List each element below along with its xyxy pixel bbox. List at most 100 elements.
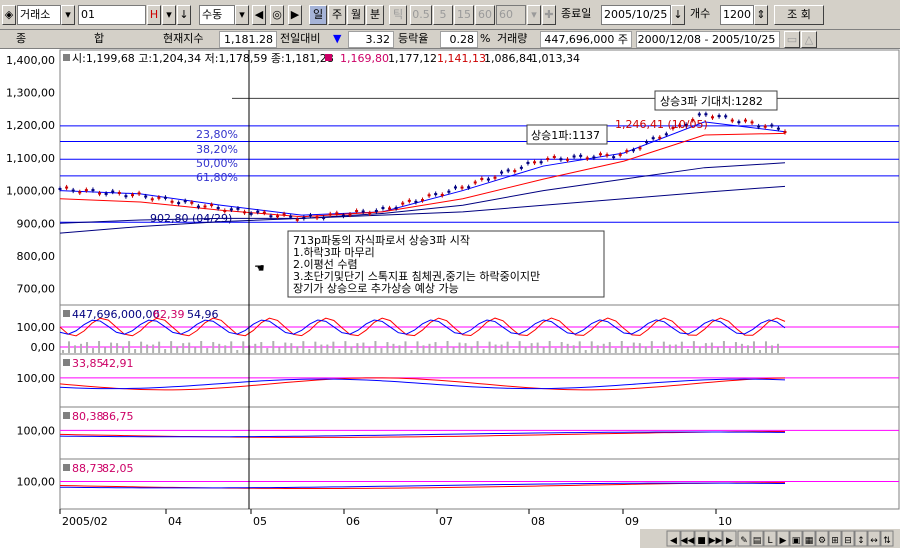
price-candle-body [322,216,326,219]
next-icon[interactable]: ▶ [288,5,302,25]
tool-icon[interactable]: ⚙ [818,536,826,546]
price-candle-body [289,215,293,218]
volume-bar [308,349,311,353]
price-candle-body [414,200,418,203]
tool-icon[interactable]: ⊟ [844,536,852,546]
volume-bar [464,343,467,353]
minute-opt-4[interactable]: 60 [475,5,495,25]
rate-unit: % [480,32,491,45]
toolbar: ◈ 거래소 ▾ 01 H ▾ ↓ 수동 ▾ ◀ ◎ ▶ 일 주 월 분 틱 0.… [0,0,900,30]
up-icon[interactable]: △ [801,31,817,48]
volume-bar [80,343,83,353]
tool-icon[interactable]: ▦ [805,536,814,546]
price-candle-body [585,157,589,160]
nav-buttons: ◀ ◀◀ ■ ▶▶ ▶ ✎ ▤ L ▶ ▣ ▦ ⚙ ⊞ ⊟ ↕ ↔ ⇅ [666,530,894,547]
count-spinner-icon[interactable]: ⇕ [754,5,768,25]
market-dropdown-icon[interactable]: ▾ [61,5,75,25]
nav-button-icon[interactable]: ◀◀ [681,536,695,546]
code-flag-button[interactable]: H [147,5,161,25]
volume-bar [422,345,425,353]
x-tick-label: 07 [439,515,453,528]
price-candle-body [579,154,583,157]
volume-bar [338,349,341,353]
price-candle-body [783,131,787,134]
tool-icon[interactable]: ⇅ [883,536,891,546]
nav-button-icon[interactable]: ▶ [726,536,733,546]
end-date-down-icon[interactable]: ↓ [671,5,685,25]
nav-button-icon[interactable]: ■ [697,536,706,546]
volume-bar [698,346,701,353]
minute-opt-2[interactable]: 5 [433,5,453,25]
period-weekly-button[interactable]: 주 [328,5,346,25]
price-candle-body [328,213,332,216]
tool-icon[interactable]: L [767,536,772,546]
ma-value-1: 1,169,80 [340,52,389,65]
chart-area[interactable]: 1,400,00 1,300,00 1,200,00 1,100,00 1,000,00… [0,49,900,550]
date-range: 2000/12/08 - 2005/10/25 [636,31,780,48]
minute-opt-input[interactable]: 60 [496,5,526,25]
volume-bar [476,341,479,353]
minute-opt-1[interactable]: 0.5 [410,5,432,25]
price-candle-body [374,209,378,212]
minute-dropdown-icon[interactable]: ▾ [527,5,541,25]
volume-bar [110,342,113,353]
tool-icon[interactable]: ▤ [753,536,762,546]
tool-icon[interactable]: ▣ [792,536,801,546]
tool-icon[interactable]: ⊞ [831,536,839,546]
volume-bar [458,342,461,353]
price-candle-body [717,115,721,118]
price-candle-body [302,217,306,220]
copy-icon[interactable]: ▭ [784,31,800,48]
price-candle-body [473,181,477,184]
period-minute-button[interactable]: 분 [366,5,384,25]
volume-bar [86,342,89,353]
price-candle-body [618,153,622,156]
nav-button-icon[interactable]: ▶▶ [709,536,723,546]
code-down-icon[interactable]: ↓ [177,5,191,25]
tool-icon[interactable]: ↕ [857,536,865,546]
price-candle-body [104,192,108,195]
tool-icon[interactable]: ▶ [780,536,787,546]
period-monthly-button[interactable]: 월 [347,5,365,25]
price-candle-body [150,198,154,201]
target-icon[interactable]: ◎ [270,5,284,25]
period-daily-button[interactable]: 일 [309,5,327,25]
price-candle-body [592,156,596,159]
prev-icon[interactable]: ◀ [252,5,266,25]
volume-bar [374,341,377,353]
end-date-input[interactable]: 2005/10/25 [601,5,671,25]
mode-dropdown-icon[interactable]: ▾ [235,5,249,25]
price-candle-body [486,178,490,181]
price-candle-body [388,207,392,210]
minute-opt-3[interactable]: 15 [454,5,474,25]
count-input[interactable]: 1200 [720,5,754,25]
volume-bar [542,347,545,353]
volume-bar [218,343,221,353]
volume-bar [776,343,779,353]
price-candle-body [78,191,82,194]
tool-icon[interactable]: ✎ [740,536,748,546]
volume-bar [368,347,371,353]
query-button[interactable]: 조 회 [774,5,824,25]
price-candle-body [348,213,352,216]
y-tick-label: 900,00 [17,217,56,230]
code-input[interactable]: 01 [78,5,146,25]
x-tick-label: 08 [531,515,545,528]
price-candle-body [750,121,754,124]
rate-label: 등락율 [398,32,429,45]
tool-icon[interactable]: ↔ [870,536,878,546]
minute-add-icon[interactable]: ✚ [542,5,556,25]
volume-bar [512,349,515,353]
period-tick-button[interactable]: 틱 [389,5,407,25]
volume-bar [380,348,383,353]
diamond-icon[interactable]: ◈ [2,5,16,25]
volume-bar [668,344,671,353]
price-candle-body [737,121,741,124]
price-candle-body [341,214,345,217]
sub-panel-value: 86,75 [102,410,134,423]
mode-select[interactable]: 수동 [199,5,235,25]
code-dropdown-icon[interactable]: ▾ [162,5,176,25]
x-tick-label: 04 [168,515,182,528]
market-select[interactable]: 거래소 [17,5,61,25]
nav-button-icon[interactable]: ◀ [670,536,677,546]
